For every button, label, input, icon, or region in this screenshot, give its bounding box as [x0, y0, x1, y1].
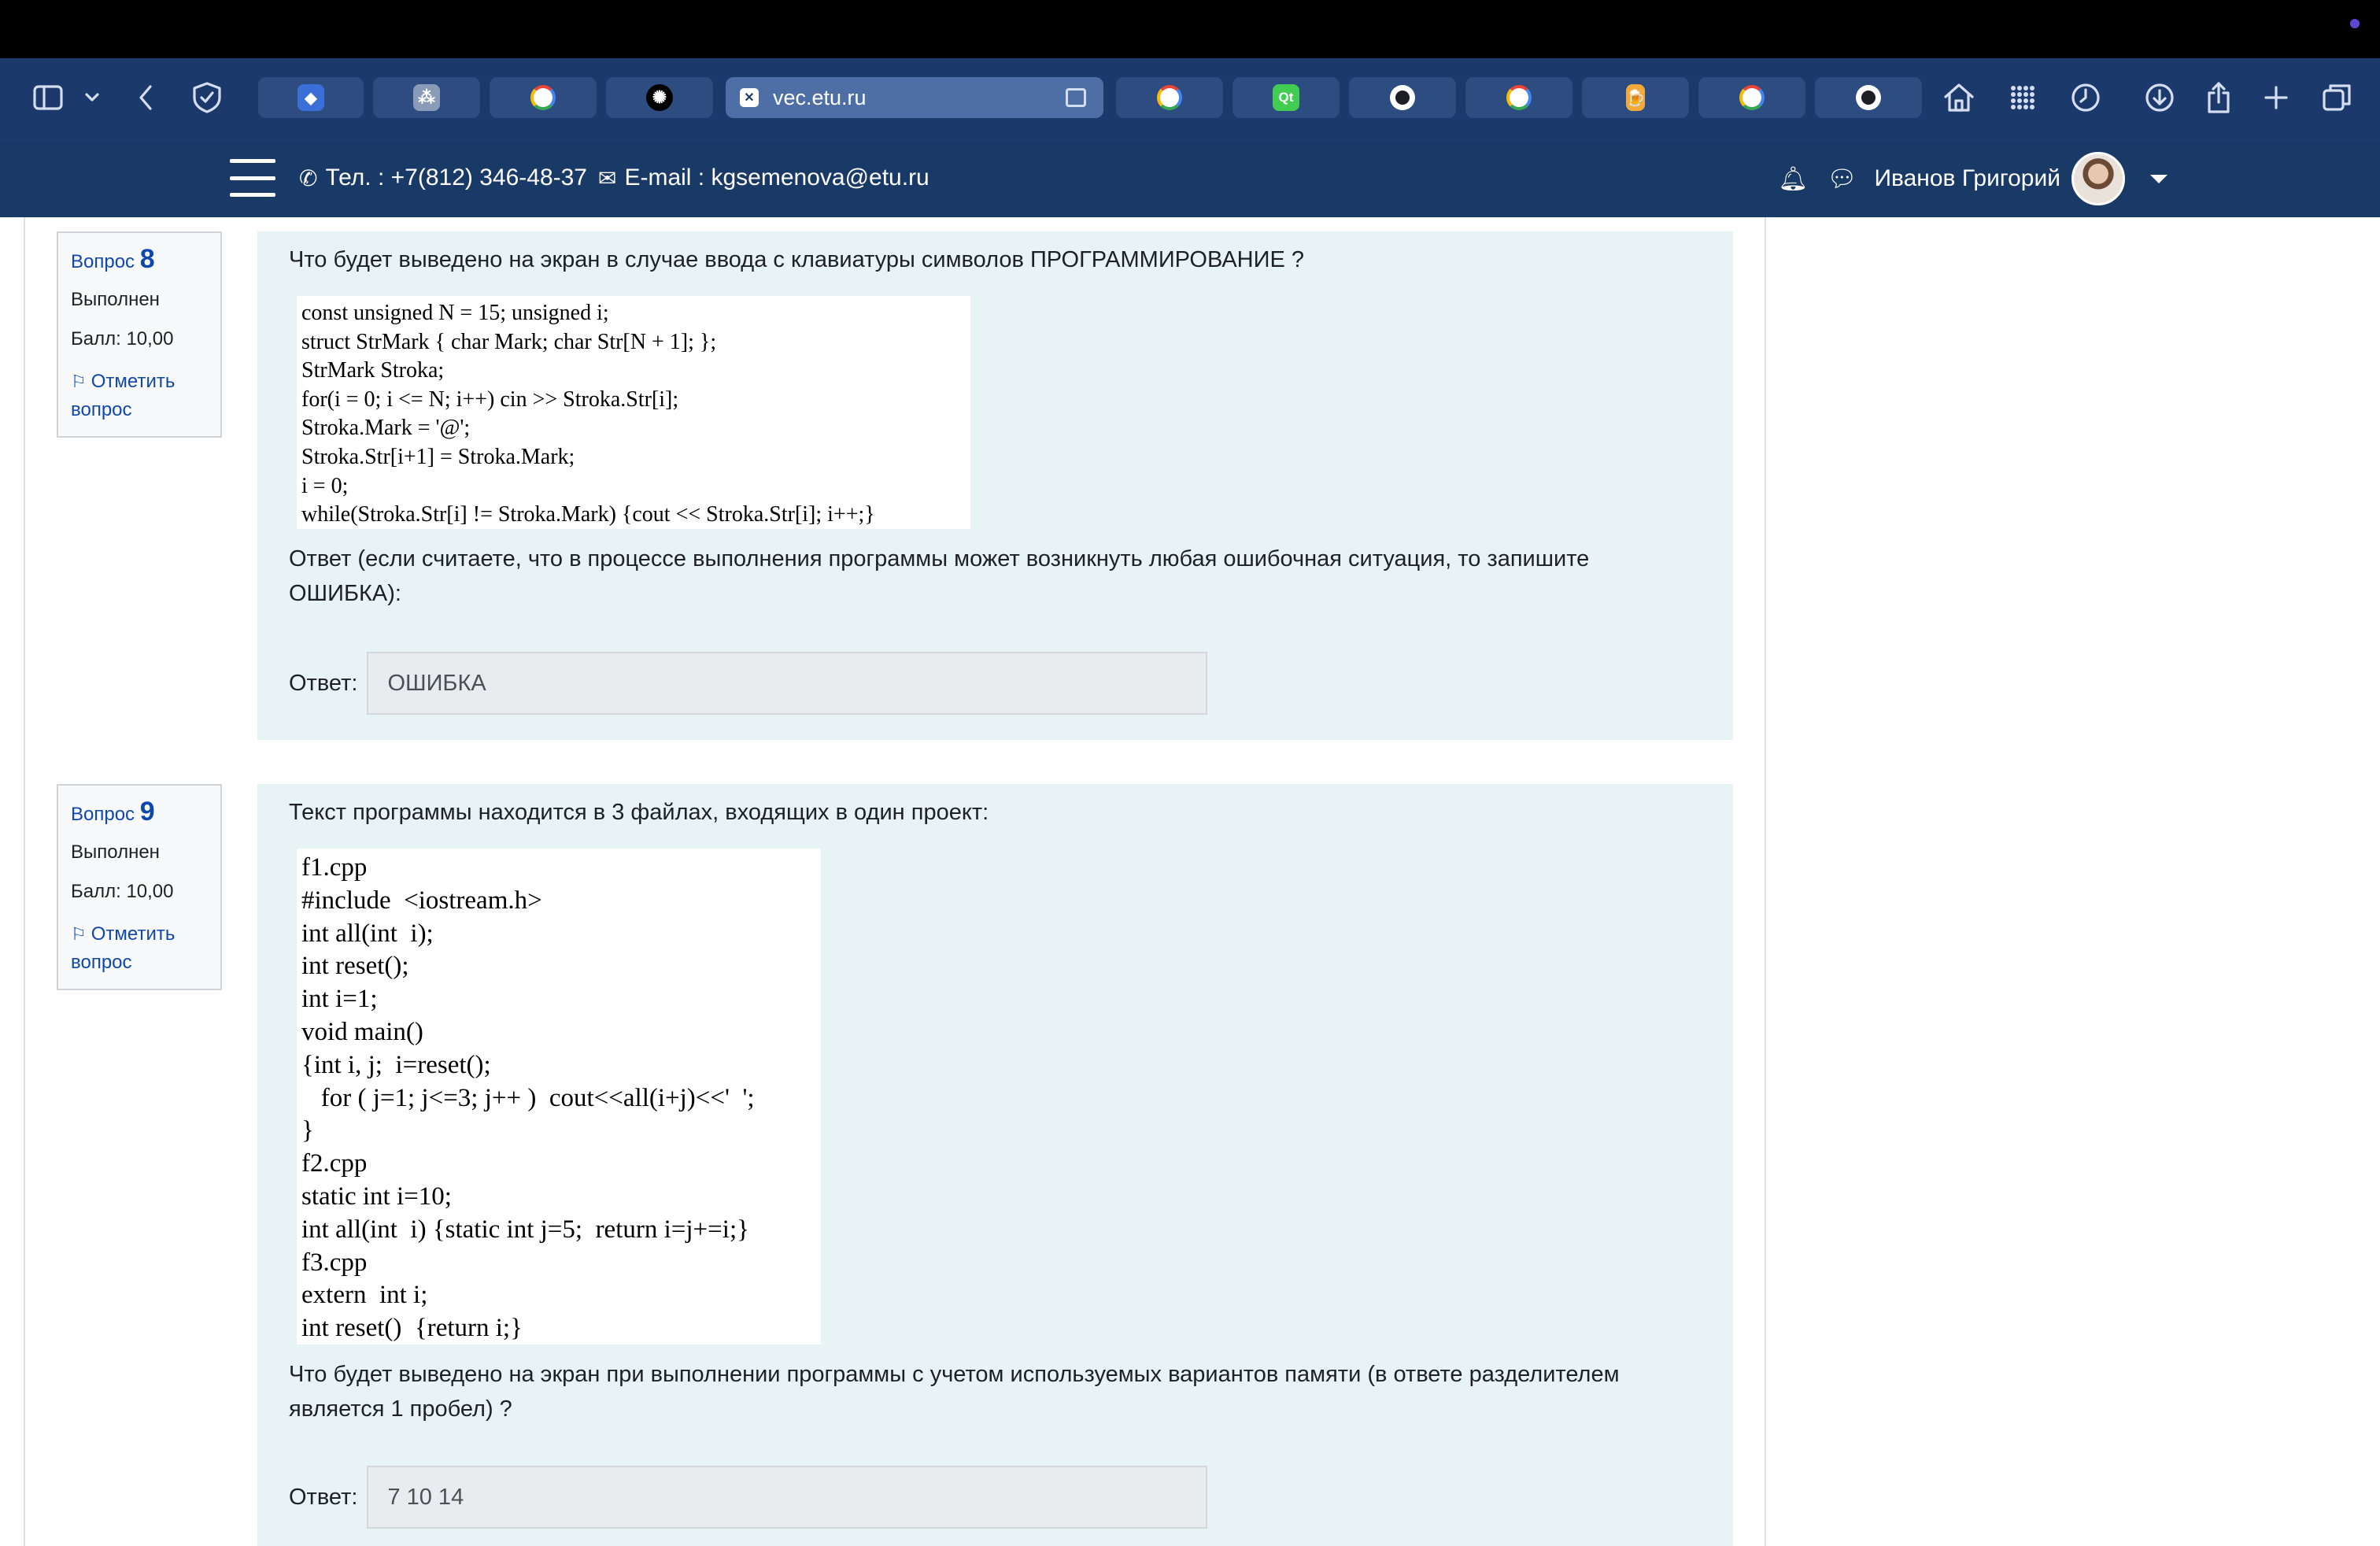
site-navbar: ✆ Тел. : +7(812) 346-48-37 ✉ E-mail : kg… — [0, 140, 2380, 217]
flag-question-link[interactable]: ⚐ Отметить вопрос — [71, 368, 208, 424]
bell-icon[interactable]: 🔔︎ — [1778, 165, 1808, 193]
code-image: const unsigned N = 15; unsigned i; struc… — [297, 296, 970, 529]
home-icon[interactable] — [1941, 77, 1977, 118]
google-icon — [530, 85, 556, 110]
share-icon[interactable] — [2204, 77, 2234, 118]
answer-prompt: Что будет выведено на экран при выполнен… — [289, 1362, 1620, 1422]
caret-down-icon[interactable] — [2150, 174, 2168, 183]
tab-google-2[interactable] — [1116, 77, 1223, 118]
new-tab-icon[interactable] — [2262, 77, 2290, 118]
tab-app[interactable]: ⁂ — [373, 77, 480, 118]
app-grid-icon: ⁂ — [413, 84, 440, 111]
menu-hamburger-icon[interactable] — [230, 159, 275, 197]
question-number: Вопрос 8 — [71, 244, 155, 274]
beer-icon: 🍺 — [1626, 84, 1645, 111]
reader-mode-icon[interactable] — [1066, 88, 1086, 107]
page-x-icon: ✕ — [740, 88, 759, 107]
answer-row: Ответ: ОШИБКА — [289, 652, 1208, 715]
shield-icon[interactable] — [190, 77, 224, 118]
status-dot-icon — [2350, 19, 2360, 28]
tab-vec-etu[interactable]: ✕ vec.etu.ru — [726, 77, 1103, 118]
tab-qt[interactable]: Qt — [1232, 77, 1340, 118]
tab-google-1[interactable] — [490, 77, 597, 118]
flag-icon: ⚐ — [71, 924, 87, 944]
question-info-8: Вопрос 8 Выполнен Балл: 10,00 ⚐ Отметить в… — [57, 231, 222, 438]
question-state: Выполнен — [71, 289, 160, 310]
history-icon[interactable] — [2068, 77, 2103, 118]
tab-title: vec.etu.ru — [773, 85, 867, 109]
github-icon — [1856, 85, 1881, 110]
google-icon — [1739, 85, 1765, 110]
user-name[interactable]: Иванов Григорий — [1874, 165, 2060, 192]
back-icon[interactable] — [134, 77, 157, 118]
question-grade: Балл: 10,00 — [71, 881, 174, 902]
tab-github-1[interactable] — [1349, 77, 1456, 118]
quiz-review-page: Вопрос 8 Выполнен Балл: 10,00 ⚐ Отметить в… — [0, 217, 2380, 1546]
tab-chatgpt[interactable]: ✺ — [606, 77, 713, 118]
sidebar-toggle-icon[interactable] — [30, 77, 66, 118]
phone-icon: ✆ — [299, 165, 318, 190]
question-number: Вопрос 9 — [71, 797, 155, 827]
answer-row: Ответ: 7 10 14 — [289, 1466, 1208, 1529]
bitwarden-icon: ◆ — [298, 84, 324, 111]
chatgpt-icon: ✺ — [646, 84, 673, 111]
github-icon — [1390, 85, 1415, 110]
apps-grid-icon[interactable] — [2005, 77, 2040, 118]
chevron-down-icon[interactable] — [82, 77, 102, 118]
answer-prompt: Ответ (если считаете, что в процессе вып… — [289, 546, 1590, 606]
flag-question-link[interactable]: ⚐ Отметить вопрос — [71, 920, 208, 977]
google-icon — [1157, 85, 1182, 110]
question-text: Текст программы находится в 3 файлах, вх… — [289, 800, 989, 825]
envelope-icon: ✉ — [598, 165, 617, 190]
answer-label: Ответ: — [289, 1484, 358, 1510]
tab-overview-icon[interactable] — [2320, 77, 2353, 118]
tab-github-2[interactable] — [1815, 77, 1922, 118]
flag-icon: ⚐ — [71, 372, 87, 391]
question-info-9: Вопрос 9 Выполнен Балл: 10,00 ⚐ Отметить в… — [57, 784, 222, 990]
tab-bitwarden[interactable]: ◆ — [258, 77, 364, 118]
question-content-8: Что будет выведено на экран в случае вво… — [257, 231, 1733, 740]
answer-input[interactable]: ОШИБКА — [367, 652, 1208, 715]
qt-icon: Qt — [1273, 84, 1299, 111]
answer-label: Ответ: — [289, 670, 358, 696]
right-divider — [1765, 217, 1766, 1546]
user-menu[interactable]: 🔔︎ 💬︎ Иванов Григорий — [1778, 151, 2168, 206]
answer-input[interactable]: 7 10 14 — [367, 1466, 1208, 1529]
tab-beer[interactable]: 🍺 — [1582, 77, 1689, 118]
download-icon[interactable] — [2142, 77, 2177, 118]
question-state: Выполнен — [71, 841, 160, 863]
os-menu-strip — [0, 0, 2380, 58]
phone-text: Тел. : +7(812) 346-48-37 — [325, 165, 587, 190]
google-icon — [1506, 85, 1532, 110]
browser-tab-bar: ◆ ⁂ ✺ ✕ vec.etu.ru Qt 🍺 — [0, 58, 2380, 140]
tab-google-4[interactable] — [1698, 77, 1805, 118]
question-text: Что будет выведено на экран в случае вво… — [289, 247, 1304, 272]
chat-icon[interactable]: 💬︎ — [1827, 165, 1857, 193]
question-content-9: Текст программы находится в 3 файлах, вх… — [257, 784, 1733, 1546]
left-divider — [24, 217, 25, 1546]
code-image: f1.cpp #include <iostream.h> int all(int… — [297, 849, 821, 1344]
email-text[interactable]: E-mail : kgsemenova@etu.ru — [624, 165, 929, 191]
avatar[interactable] — [2071, 152, 2125, 205]
tab-google-3[interactable] — [1465, 77, 1572, 118]
contact-info: ✆ Тел. : +7(812) 346-48-37 ✉ E-mail : kg… — [299, 159, 929, 197]
question-grade: Балл: 10,00 — [71, 328, 174, 350]
